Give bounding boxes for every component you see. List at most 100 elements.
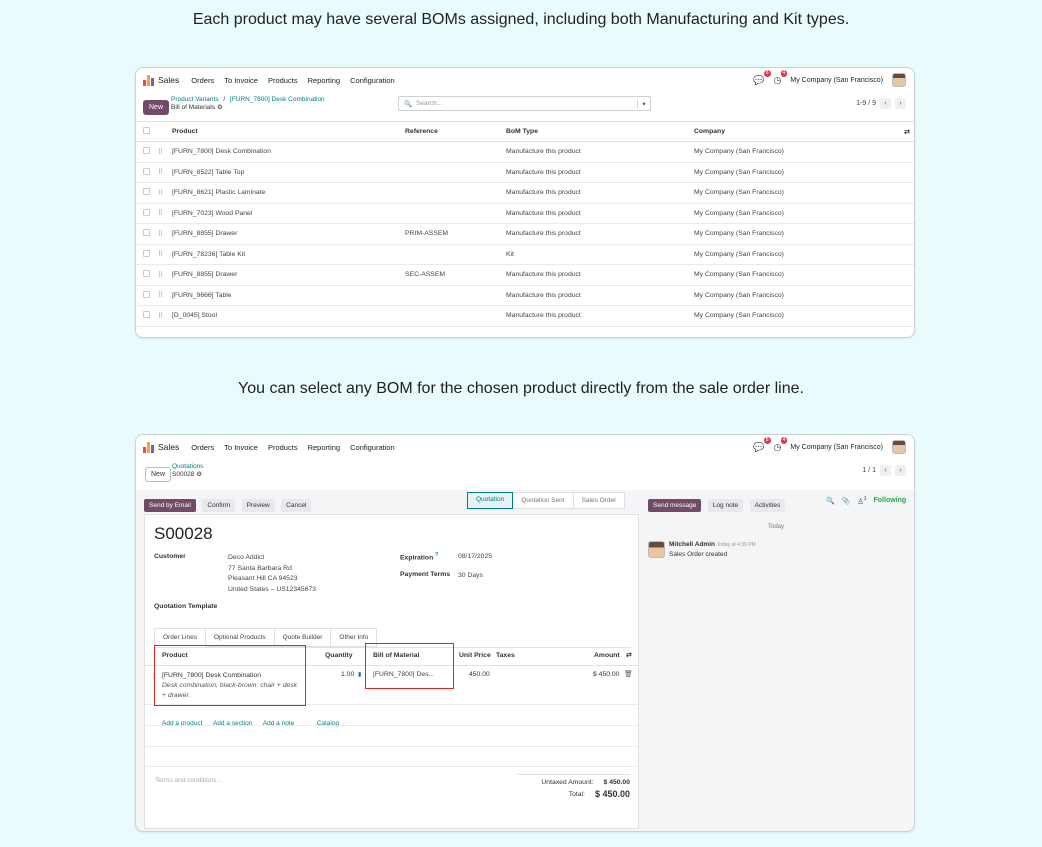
cell-product[interactable]: [FURN_78236] Table Kit bbox=[172, 244, 405, 265]
drag-handle-icon[interactable]: ⠿ bbox=[158, 169, 163, 176]
cell-product[interactable]: [FURN_7023] Wood Panel bbox=[172, 203, 405, 224]
cell-bom-type[interactable]: Manufacture this product bbox=[506, 264, 694, 286]
activity-clock-icon[interactable]: ◷ 4 bbox=[774, 69, 788, 86]
send-by-email-button[interactable]: Send by Email bbox=[144, 499, 196, 512]
row-checkbox[interactable] bbox=[143, 270, 150, 278]
cell-reference[interactable] bbox=[405, 141, 506, 163]
cell-company[interactable]: My Company (San Francisco) bbox=[694, 285, 900, 306]
drag-handle-icon[interactable]: ⠿ bbox=[158, 231, 163, 238]
forecast-chart-icon[interactable]: ▮ bbox=[358, 671, 361, 678]
column-line-amount[interactable]: Amount bbox=[594, 652, 620, 659]
table-row[interactable]: ⠿ [FURN_8621] Plastic Laminate Manufacture… bbox=[136, 182, 914, 204]
search-messages-icon[interactable]: 🔍 bbox=[826, 497, 835, 505]
preview-button[interactable]: Preview bbox=[241, 499, 275, 512]
menu-products-2[interactable]: Products bbox=[268, 443, 298, 452]
menu-products[interactable]: Products bbox=[268, 76, 298, 85]
search-toggle-icon[interactable]: ▾ bbox=[637, 99, 650, 108]
select-all-checkbox[interactable] bbox=[143, 127, 150, 134]
pager-next-icon-2[interactable]: › bbox=[895, 465, 906, 476]
menu-reporting[interactable]: Reporting bbox=[308, 76, 341, 85]
cell-company[interactable]: My Company (San Francisco) bbox=[694, 305, 900, 327]
row-checkbox[interactable] bbox=[143, 188, 150, 196]
menu-orders-2[interactable]: Orders bbox=[191, 443, 214, 452]
row-checkbox[interactable] bbox=[143, 167, 150, 175]
status-quotation[interactable]: Quotation bbox=[467, 492, 514, 509]
activity-clock-icon-2[interactable]: ◷ 4 bbox=[774, 436, 788, 453]
expiration-field[interactable]: 08/17/2025 bbox=[458, 553, 492, 560]
menu-configuration[interactable]: Configuration bbox=[350, 76, 395, 85]
company-switcher-2[interactable]: My Company (San Francisco) bbox=[790, 444, 883, 451]
log-note-button[interactable]: Log note bbox=[707, 499, 744, 512]
activities-button[interactable]: Activities bbox=[749, 499, 786, 512]
cell-product[interactable]: [FURN_7800] Desk Combination bbox=[172, 141, 405, 163]
sales-app-icon[interactable] bbox=[143, 74, 154, 86]
cell-company[interactable]: My Company (San Francisco) bbox=[694, 223, 900, 245]
table-row[interactable]: ⠿ [FURN_9666] Table Manufacture this produ… bbox=[136, 285, 914, 306]
settings-gear-icon-2[interactable]: ⚙ bbox=[196, 471, 202, 478]
cell-reference[interactable]: SEC-ASSEM bbox=[405, 264, 506, 286]
drag-handle-icon[interactable]: ⠿ bbox=[158, 292, 163, 299]
cancel-button[interactable]: Cancel bbox=[281, 499, 312, 512]
followers-icon[interactable]: ♙1 bbox=[857, 496, 866, 505]
app-name-2[interactable]: Sales bbox=[158, 442, 179, 452]
row-checkbox[interactable] bbox=[143, 290, 150, 298]
cell-bom-type[interactable]: Manufacture this product bbox=[506, 203, 694, 224]
optional-columns-icon[interactable]: ⇄ bbox=[900, 121, 914, 142]
settings-gear-icon[interactable]: ⚙ bbox=[217, 104, 223, 111]
menu-reporting-2[interactable]: Reporting bbox=[308, 443, 341, 452]
help-tooltip-icon[interactable]: ? bbox=[435, 552, 438, 558]
new-quotation-button[interactable]: New bbox=[145, 467, 172, 482]
cell-product[interactable]: [D_0045] Stool bbox=[172, 305, 405, 327]
table-row[interactable]: ⠿ [FURN_7800] Desk Combination Manufacture… bbox=[136, 141, 914, 163]
drag-handle-icon[interactable]: ⠿ bbox=[158, 210, 163, 217]
cell-reference[interactable] bbox=[405, 162, 506, 183]
breadcrumb-product-variants[interactable]: Product Variants bbox=[171, 96, 219, 103]
send-message-button[interactable]: Send message bbox=[648, 499, 702, 512]
cell-bom-type[interactable]: Manufacture this product bbox=[506, 141, 694, 163]
chat-icon-2[interactable]: 💬 8 bbox=[753, 436, 771, 453]
table-row[interactable]: ⠿ [FURN_8855] Drawer PRIM-ASSEM Manufacture… bbox=[136, 223, 914, 245]
status-sales-order[interactable]: Sales Order bbox=[573, 492, 626, 509]
drag-handle-icon[interactable]: ⠿ bbox=[158, 251, 163, 258]
following-button[interactable]: Following bbox=[874, 497, 907, 504]
column-reference[interactable]: Reference bbox=[405, 121, 506, 142]
column-line-unit-price[interactable]: Unit Price bbox=[459, 652, 491, 659]
cell-reference[interactable]: PRIM-ASSEM bbox=[405, 223, 506, 245]
menu-orders[interactable]: Orders bbox=[191, 76, 214, 85]
column-bom-type[interactable]: BoM Type bbox=[506, 121, 694, 142]
table-row[interactable]: ⠿ [FURN_8522] Table Top Manufacture this p… bbox=[136, 162, 914, 183]
cell-reference[interactable] bbox=[405, 285, 506, 306]
menu-to-invoice[interactable]: To Invoice bbox=[224, 76, 258, 85]
delete-line-icon[interactable]: 🗑 bbox=[624, 670, 633, 678]
cell-bom-type[interactable]: Kit bbox=[506, 244, 694, 265]
cell-bom-type[interactable]: Manufacture this product bbox=[506, 223, 694, 245]
drag-handle-icon[interactable]: ⠿ bbox=[158, 149, 163, 156]
row-checkbox[interactable] bbox=[143, 249, 150, 257]
cell-product[interactable]: [FURN_9666] Table bbox=[172, 285, 405, 306]
cell-reference[interactable] bbox=[405, 244, 506, 265]
row-checkbox[interactable] bbox=[143, 208, 150, 216]
new-button[interactable]: New bbox=[143, 100, 170, 115]
breadcrumb-quotations[interactable]: Quotations bbox=[172, 463, 203, 470]
sales-app-icon-2[interactable] bbox=[143, 441, 154, 453]
company-switcher[interactable]: My Company (San Francisco) bbox=[790, 77, 883, 84]
row-checkbox[interactable] bbox=[143, 229, 150, 237]
app-name[interactable]: Sales bbox=[158, 75, 179, 85]
payment-terms-field[interactable]: 30 Days bbox=[458, 572, 483, 579]
cell-company[interactable]: My Company (San Francisco) bbox=[694, 182, 900, 204]
cell-reference[interactable] bbox=[405, 203, 506, 224]
drag-handle-icon[interactable]: ⠿ bbox=[158, 313, 163, 320]
table-row[interactable]: ⠿ [D_0045] Stool Manufacture this product M… bbox=[136, 305, 914, 327]
customer-field[interactable]: Deco Addict 77 Santa Barbara Rd Pleasant… bbox=[228, 553, 316, 595]
cell-bom-type[interactable]: Manufacture this product bbox=[506, 305, 694, 327]
cell-bom-type[interactable]: Manufacture this product bbox=[506, 182, 694, 204]
pager-next-icon[interactable]: › bbox=[895, 98, 906, 109]
user-avatar-2[interactable] bbox=[892, 440, 906, 454]
pager-prev-icon-2[interactable]: ‹ bbox=[880, 465, 891, 476]
cell-company[interactable]: My Company (San Francisco) bbox=[694, 244, 900, 265]
menu-configuration-2[interactable]: Configuration bbox=[350, 443, 395, 452]
pager-value[interactable]: 1-9 / 9 bbox=[856, 100, 876, 107]
row-checkbox[interactable] bbox=[143, 147, 150, 155]
column-line-taxes[interactable]: Taxes bbox=[496, 652, 515, 659]
table-row[interactable]: ⠿ [FURN_78236] Table Kit Kit My Company (Sa… bbox=[136, 244, 914, 265]
